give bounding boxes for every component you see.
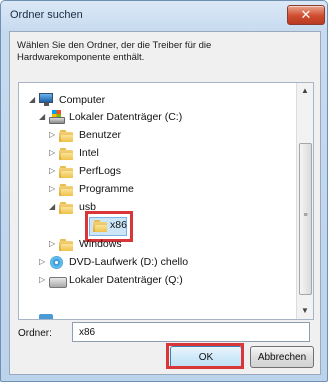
tree-item-label: PerfLogs — [79, 165, 122, 177]
highlight-box — [166, 343, 244, 369]
tree-item-dvd-drive[interactable]: ▷ DVD-Laufwerk (D:) chello — [19, 255, 295, 271]
tree-item-x86[interactable]: x86 — [19, 218, 295, 234]
scroll-up-icon[interactable]: ▲ — [297, 83, 313, 99]
tree-item-label: Computer — [59, 94, 106, 106]
expand-arrow-icon[interactable]: ◢ — [29, 96, 37, 104]
folder-field-label: Ordner: — [18, 328, 52, 339]
tree-item-label: DVD-Laufwerk (D:) chello — [69, 256, 189, 268]
tree-item-computer[interactable]: ◢ Computer — [19, 93, 295, 109]
collapsed-arrow-icon[interactable]: ▷ — [49, 185, 57, 193]
collapsed-arrow-icon[interactable]: ▷ — [49, 167, 57, 175]
collapsed-arrow-icon[interactable]: ▷ — [49, 131, 57, 139]
tree-item-label: Benutzer — [79, 129, 122, 141]
expand-arrow-icon[interactable]: ◢ — [49, 203, 57, 211]
close-button[interactable]: ✕ — [287, 5, 325, 25]
cancel-button[interactable]: Abbrechen — [250, 346, 314, 368]
title-bar[interactable]: Ordner suchen ✕ — [1, 1, 327, 31]
dialog-body: Wählen Sie den Ordner, der die Treiber f… — [9, 31, 321, 375]
dvd-icon — [50, 255, 66, 269]
tree-item-label: Programme — [79, 183, 134, 195]
collapsed-arrow-icon[interactable]: ▷ — [39, 258, 47, 266]
folder-icon — [59, 146, 75, 160]
tree-item-benutzer[interactable]: ▷ Benutzer — [19, 128, 295, 144]
tree-item-label: Windows — [79, 238, 122, 250]
tree-item-usb[interactable]: ◢ usb — [19, 200, 295, 216]
dialog-description: Wählen Sie den Ordner, der die Treiber f… — [17, 40, 212, 63]
folder-icon — [59, 182, 75, 196]
tree-item-drive-q[interactable]: ▷ Lokaler Datenträger (Q:) — [19, 273, 295, 289]
drive-c-icon — [49, 110, 65, 124]
tree-item-perflogs[interactable]: ▷ PerfLogs — [19, 164, 295, 180]
grip-icon: ≡ — [303, 212, 308, 219]
folder-icon — [59, 200, 75, 214]
folder-icon — [59, 128, 75, 142]
scroll-thumb[interactable]: ≡ — [299, 143, 312, 295]
tree-item-drive-c[interactable]: ◢ Lokaler Datenträger (C:) — [19, 110, 295, 126]
folder-tree[interactable]: ◢ Computer ◢ Lokaler Datenträger (C:) ▷ … — [18, 82, 314, 320]
tree-item-label: Intel — [79, 147, 99, 159]
dialog-title: Ordner suchen — [10, 9, 83, 21]
tree-item-intel[interactable]: ▷ Intel — [19, 146, 295, 162]
folder-icon — [59, 164, 75, 178]
drive-icon — [49, 273, 67, 288]
folder-icon — [59, 237, 75, 251]
close-icon: ✕ — [300, 7, 312, 22]
tree-item-partial — [19, 311, 79, 319]
computer-icon — [39, 93, 55, 107]
tree-item-programme[interactable]: ▷ Programme — [19, 182, 295, 198]
collapsed-arrow-icon[interactable]: ▷ — [39, 276, 47, 284]
collapsed-arrow-icon[interactable]: ▷ — [49, 240, 57, 248]
scroll-down-icon[interactable]: ▼ — [297, 303, 313, 319]
tree-item-windows[interactable]: ▷ Windows — [19, 237, 295, 253]
expand-arrow-icon[interactable]: ◢ — [39, 113, 47, 121]
tree-item-label: Lokaler Datenträger (C:) — [69, 111, 183, 123]
folder-input[interactable]: x86 — [72, 322, 310, 342]
tree-item-label: Lokaler Datenträger (Q:) — [69, 274, 183, 286]
tree-scrollbar[interactable]: ▲ ≡ ▼ — [296, 83, 313, 319]
collapsed-arrow-icon[interactable]: ▷ — [49, 149, 57, 157]
folder-browse-dialog: Ordner suchen ✕ Wählen Sie den Ordner, d… — [0, 0, 328, 382]
